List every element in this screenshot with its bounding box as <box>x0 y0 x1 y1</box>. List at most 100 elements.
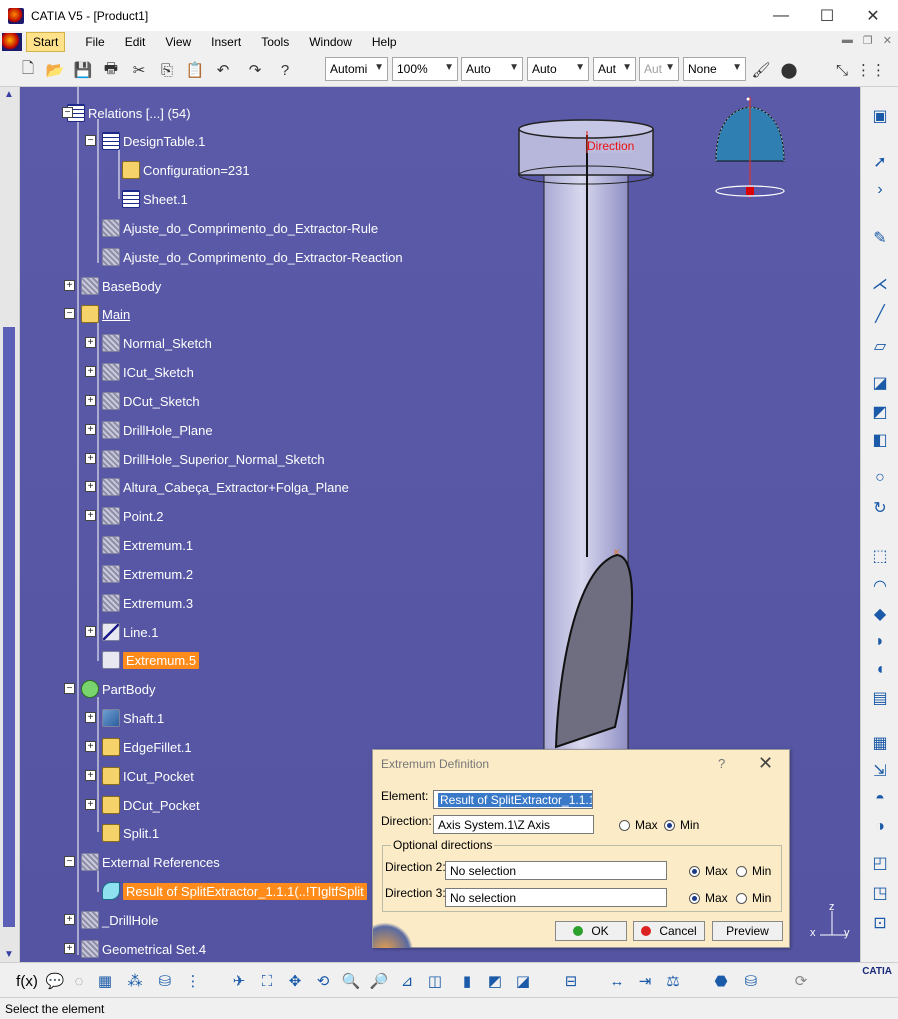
split-icon[interactable]: ◆ <box>869 603 891 625</box>
collapse-icon[interactable]: − <box>62 107 73 118</box>
tree-node-extremum2[interactable]: Extremum.2 <box>102 563 193 585</box>
scroll-thumb[interactable] <box>3 327 15 927</box>
scenes-icon[interactable]: ⛁ <box>740 970 762 992</box>
open-icon[interactable]: 📂 <box>44 59 66 81</box>
tree-node-shaft1[interactable]: + Shaft.1 <box>85 707 164 729</box>
pan-icon[interactable]: ✥ <box>284 970 306 992</box>
tree-scrollbar[interactable]: ▲ ▼ <box>0 87 20 962</box>
fit-all-icon[interactable]: ⛶ <box>256 970 278 992</box>
menu-view[interactable]: View <box>159 33 197 51</box>
maximize-button[interactable]: ☐ <box>804 0 850 31</box>
measure-item-icon[interactable]: ⇥ <box>634 970 656 992</box>
tree-node-configuration[interactable]: Configuration=231 <box>122 159 250 181</box>
design-table-icon[interactable]: ▦ <box>94 970 116 992</box>
tree-node-result-splitextractor[interactable]: Result of SplitExtractor_1.1.1(..!TIgltf… <box>102 880 367 902</box>
law-icon[interactable]: ⁂ <box>124 970 146 992</box>
scroll-up-icon[interactable]: ▲ <box>4 89 14 100</box>
formula-icon[interactable]: f(x) <box>16 970 38 992</box>
direction-max-radio[interactable]: Max <box>619 818 658 832</box>
hide-show-icon[interactable]: ◩ <box>484 970 506 992</box>
tree-node-relations[interactable]: − Relations [...] (54) <box>62 102 191 124</box>
grid-icon[interactable]: ⋮⋮ <box>856 59 886 81</box>
tree-node-normal-sketch[interactable]: + Normal_Sketch <box>85 332 212 354</box>
direction3-field[interactable]: No selection <box>445 888 667 907</box>
measure-inertia-icon[interactable]: ⚖ <box>662 970 684 992</box>
color-select[interactable]: Automi ▼ <box>325 57 388 81</box>
tree-node-point2[interactable]: + Point.2 <box>85 505 163 527</box>
expand-icon[interactable]: + <box>64 280 75 291</box>
new-icon[interactable]: 🗋 <box>17 59 39 81</box>
tree-node-partbody[interactable]: − PartBody <box>64 678 155 700</box>
tree-node-icut-sketch[interactable]: + ICut_Sketch <box>85 361 194 383</box>
axis-system-icon[interactable]: ⤡ <box>831 59 853 81</box>
line-thickness-select[interactable]: Auto ▼ <box>461 57 523 81</box>
collapse-icon[interactable]: − <box>64 308 75 319</box>
collapse-icon[interactable]: − <box>64 856 75 867</box>
close-button[interactable]: ✕ <box>850 0 896 31</box>
extract-icon[interactable]: ▤ <box>869 687 891 709</box>
expand-icon[interactable]: + <box>85 424 96 435</box>
axis-to-axis-icon[interactable]: ⊡ <box>869 912 891 934</box>
redo-icon[interactable]: ↷ <box>244 59 266 81</box>
print-icon[interactable]: 🖶 <box>100 59 122 81</box>
menu-start[interactable]: Start <box>26 32 66 52</box>
tree-node-line1[interactable]: + Line.1 <box>85 621 158 643</box>
menu-help[interactable]: Help <box>366 33 403 51</box>
tree-node-reaction[interactable]: Ajuste_do_Comprimento_do_Extractor-React… <box>102 246 403 268</box>
menu-window[interactable]: Window <box>303 33 358 51</box>
preview-button[interactable]: Preview <box>712 921 783 941</box>
doc-close-icon[interactable]: ✕ <box>883 34 892 47</box>
tree-node-geometrical-set4[interactable]: + Geometrical Set.4 <box>64 938 206 960</box>
tree-node-extremum5[interactable]: Extremum.5 <box>102 649 200 671</box>
translate-icon[interactable]: ⇲ <box>869 760 891 782</box>
more-arrow-icon[interactable]: › <box>869 179 891 201</box>
expand-icon[interactable]: + <box>85 741 96 752</box>
hierarchy-icon[interactable]: ⋮ <box>182 970 204 992</box>
extrude-icon[interactable]: ◪ <box>869 372 891 394</box>
direction3-min-radio[interactable]: Min <box>736 891 771 905</box>
circle-icon[interactable]: ○ <box>869 467 891 489</box>
line-icon[interactable]: ╱ <box>869 303 891 325</box>
whats-this-icon[interactable]: ? <box>274 59 296 81</box>
measure-between-icon[interactable]: ↔ <box>606 970 628 992</box>
plane-icon[interactable]: ▱ <box>869 335 891 357</box>
tree-node-rule[interactable]: Ajuste_do_Comprimento_do_Extractor-Rule <box>102 217 378 239</box>
cut-icon[interactable]: ✂ <box>128 59 150 81</box>
ok-button[interactable]: OK <box>555 921 627 941</box>
copy-icon[interactable]: ⎘ <box>156 59 178 81</box>
collapse-icon[interactable]: − <box>85 135 96 146</box>
painter-icon[interactable]: 🖌 <box>750 59 772 81</box>
expand-icon[interactable]: + <box>64 943 75 954</box>
fly-mode-icon[interactable]: ✈ <box>228 970 250 992</box>
catalog-icon[interactable]: ⛁ <box>154 970 176 992</box>
select-icon[interactable]: ➚ <box>869 151 891 173</box>
point-icon[interactable]: ⋌ <box>869 273 891 295</box>
document-logo-icon[interactable] <box>2 33 22 51</box>
line-type-select[interactable]: Auto ▼ <box>527 57 589 81</box>
rotate-icon[interactable]: ◓ <box>869 788 891 810</box>
fill-icon[interactable]: ◧ <box>869 429 891 451</box>
tree-node-dcut-sketch[interactable]: + DCut_Sketch <box>85 390 200 412</box>
spiral-icon[interactable]: ↻ <box>869 497 891 519</box>
direction3-max-radio[interactable]: Max <box>689 891 728 905</box>
shading-icon[interactable]: ▮ <box>456 970 478 992</box>
point-symbol-select[interactable]: Aut ▼ <box>593 57 636 81</box>
cancel-button[interactable]: Cancel <box>633 921 705 941</box>
shape-fillet-icon[interactable]: ▦ <box>869 732 891 754</box>
save-icon[interactable]: 💾 <box>72 59 94 81</box>
rotate-view-icon[interactable]: ⟲ <box>312 970 334 992</box>
doc-minimize-icon[interactable]: ▬ <box>842 34 853 47</box>
menu-edit[interactable]: Edit <box>119 33 152 51</box>
swap-space-icon[interactable]: ◪ <box>512 970 534 992</box>
expand-icon[interactable]: + <box>85 510 96 521</box>
sweep-icon[interactable]: ◩ <box>869 401 891 423</box>
boundary-icon[interactable]: ◖ <box>869 659 891 681</box>
expand-icon[interactable]: + <box>85 712 96 723</box>
tree-node-drillhole[interactable]: + _DrillHole <box>64 909 158 931</box>
tree-node-external-references[interactable]: − External References <box>64 851 220 873</box>
material-icon[interactable]: ⬤ <box>778 59 800 81</box>
expand-icon[interactable]: + <box>85 770 96 781</box>
tree-node-edgefillet1[interactable]: + EdgeFillet.1 <box>85 736 192 758</box>
tree-node-altura-plane[interactable]: + Altura_Cabeça_Extractor+Folga_Plane <box>85 476 349 498</box>
paste-icon[interactable]: 📋 <box>184 59 206 81</box>
